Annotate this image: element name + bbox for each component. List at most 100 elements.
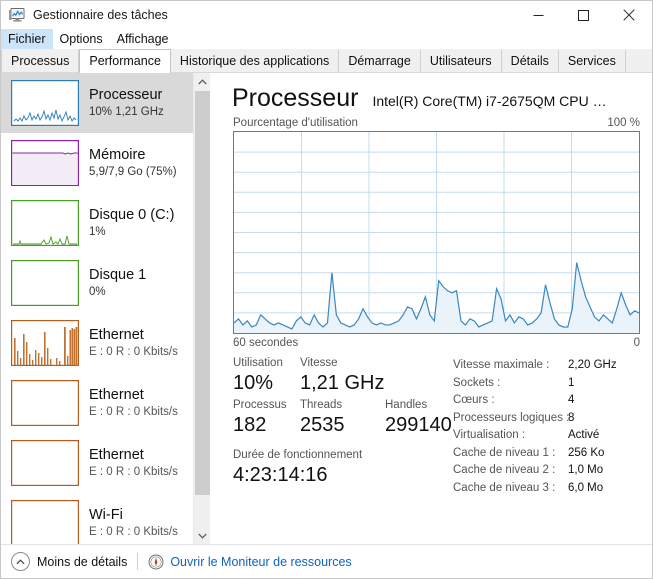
- sidebar-label-processeur: Processeur: [89, 86, 163, 103]
- spec-key: Vitesse maximale :: [453, 359, 550, 371]
- menu-bar: Fichier Options Affichage: [1, 29, 652, 50]
- spec-row: Cache de niveau 3 : 6,0 Mo: [453, 480, 652, 498]
- mini-graph-memoire: [11, 140, 79, 186]
- status-bar: Moins de détails Ouvrir le Moniteur de r…: [1, 544, 652, 578]
- cpu-panel: Processeur Intel(R) Core(TM) i7-2675QM C…: [211, 73, 652, 544]
- mini-graph-disque-0: [11, 200, 79, 246]
- sidebar-text-ethernet-3: Ethernet E : 0 R : 0 Kbits/s: [89, 447, 178, 480]
- sidebar-item-wifi[interactable]: Wi-Fi E : 0 R : 0 Kbits/s: [1, 493, 193, 544]
- task-manager-icon: [8, 6, 26, 24]
- stat-handles: Handles 299140: [385, 397, 453, 439]
- page-title: Processeur: [232, 84, 359, 112]
- spec-row: Processeurs logiques : 8: [453, 410, 652, 428]
- sidebar-text-ethernet-2: Ethernet E : 0 R : 0 Kbits/s: [89, 387, 178, 420]
- scroll-up-icon[interactable]: [194, 73, 211, 90]
- spec-value: Activé: [568, 429, 600, 441]
- sidebar-item-ethernet-2[interactable]: Ethernet E : 0 R : 0 Kbits/s: [1, 373, 193, 433]
- content-area: Processeur 10% 1,21 GHz Mémoire 5,9/7,9 …: [1, 73, 652, 544]
- chevron-up-icon[interactable]: [11, 552, 30, 571]
- spec-key: Virtualisation :: [453, 429, 526, 441]
- spec-key: Cache de niveau 3 :: [453, 481, 556, 494]
- graph-time-start: 60 secondes: [233, 337, 299, 349]
- mini-graph-ethernet-1: [11, 320, 79, 366]
- tab-demarrage[interactable]: Démarrage: [339, 50, 421, 72]
- stat-vitesse: Vitesse 1,21 GHz: [300, 355, 384, 397]
- sidebar-sub-processeur: 10% 1,21 GHz: [89, 105, 164, 118]
- spec-row: Cache de niveau 2 : 1,0 Mo: [453, 462, 652, 480]
- sidebar-item-processeur[interactable]: Processeur 10% 1,21 GHz: [1, 73, 193, 133]
- tab-strip: Processus Performance Historique des app…: [1, 49, 652, 73]
- spec-key: Cache de niveau 2 :: [453, 464, 556, 476]
- scroll-down-icon[interactable]: [194, 527, 211, 544]
- graph-top-labels: Pourcentage d'utilisation 100 %: [211, 113, 652, 131]
- graph-bottom-labels: 60 secondes 0: [211, 334, 652, 349]
- sidebar-text-wifi: Wi-Fi E : 0 R : 0 Kbits/s: [89, 507, 178, 540]
- spec-value: 256 Ko: [568, 446, 605, 459]
- sidebar-label-ethernet-3: Ethernet: [89, 446, 144, 463]
- stat-threads-label: Threads: [300, 399, 343, 411]
- menu-item-options[interactable]: Options: [53, 29, 110, 50]
- mini-graph-ethernet-2: [11, 380, 79, 426]
- task-manager-window: Gestionnaire des tâches Fichier Options …: [0, 0, 653, 579]
- stats-area: Utilisation 10% Vitesse 1,21 GHz Process…: [211, 355, 652, 497]
- spec-value: 1: [568, 376, 575, 389]
- spec-row: Cache de niveau 1 : 256 Ko: [453, 445, 652, 463]
- tab-details[interactable]: Détails: [501, 50, 559, 72]
- stat-handles-label: Handles: [385, 399, 428, 411]
- graph-max-label: 100 %: [607, 117, 640, 129]
- menu-item-fichier[interactable]: Fichier: [1, 29, 53, 50]
- scrollbar-thumb[interactable]: [195, 91, 210, 495]
- sidebar-label-wifi: Wi-Fi: [89, 506, 123, 523]
- stat-uptime-value: 4:23:14:16: [233, 464, 328, 486]
- tab-historique-des-applications[interactable]: Historique des applications: [170, 50, 340, 72]
- sidebar-label-disque-1: Disque 1: [89, 266, 147, 283]
- sidebar-item-disque-1[interactable]: Disque 1 0%: [1, 253, 193, 313]
- stat-processus-label: Processus: [233, 399, 287, 411]
- maximize-button[interactable]: [561, 1, 606, 29]
- tab-utilisateurs[interactable]: Utilisateurs: [420, 50, 502, 72]
- sidebar-item-ethernet-3[interactable]: Ethernet E : 0 R : 0 Kbits/s: [1, 433, 193, 493]
- cpu-usage-graph: [233, 131, 640, 334]
- spec-row: Sockets : 1: [453, 375, 652, 393]
- spec-key: Cache de niveau 1 :: [453, 446, 556, 459]
- title-bar: Gestionnaire des tâches: [1, 1, 652, 29]
- stats-row-2: Processus 182 Threads 2535 Handles 29914…: [233, 397, 453, 439]
- spec-key: Sockets :: [453, 376, 501, 389]
- stat-processus-value: 182: [233, 414, 267, 436]
- graph-axis-label: Pourcentage d'utilisation: [233, 117, 358, 129]
- spec-value: 6,0 Mo: [568, 481, 604, 494]
- sidebar-scrollbar[interactable]: [193, 73, 210, 544]
- spec-value: 2,20 GHz: [568, 359, 617, 371]
- sidebar-sub-wifi: E : 0 R : 0 Kbits/s: [89, 525, 178, 538]
- stat-utilisation: Utilisation 10%: [233, 355, 300, 397]
- stat-threads-value: 2535: [300, 414, 345, 436]
- fewer-details-button[interactable]: Moins de détails: [37, 555, 127, 569]
- spec-key: Processeurs logiques :: [453, 411, 570, 424]
- mini-graph-processeur: [11, 80, 79, 126]
- stat-vitesse-value: 1,21 GHz: [300, 372, 385, 394]
- mini-graph-ethernet-3: [11, 440, 79, 486]
- sidebar-item-memoire[interactable]: Mémoire 5,9/7,9 Go (75%): [1, 133, 193, 193]
- sidebar-text-processeur: Processeur 10% 1,21 GHz: [89, 87, 164, 120]
- spec-row: Virtualisation : Activé: [453, 427, 652, 445]
- sidebar-item-disque-0[interactable]: Disque 0 (C:) 1%: [1, 193, 193, 253]
- sidebar-sub-memoire: 5,9/7,9 Go (75%): [89, 165, 177, 178]
- menu-item-affichage[interactable]: Affichage: [110, 29, 176, 50]
- minimize-button[interactable]: [516, 1, 561, 29]
- mini-graph-wifi: [11, 500, 79, 544]
- resource-list: Processeur 10% 1,21 GHz Mémoire 5,9/7,9 …: [1, 73, 193, 544]
- close-button[interactable]: [606, 1, 652, 29]
- sidebar-item-ethernet-1[interactable]: Ethernet E : 0 R : 0 Kbits/s: [1, 313, 193, 373]
- open-resource-monitor-link[interactable]: Ouvrir le Moniteur de ressources: [170, 555, 351, 569]
- cpu-model-label: Intel(R) Core(TM) i7-2675QM CPU …: [372, 93, 607, 109]
- tab-services[interactable]: Services: [558, 50, 626, 72]
- stat-utilisation-label: Utilisation: [233, 357, 283, 369]
- stat-threads: Threads 2535: [300, 397, 385, 439]
- tab-processus[interactable]: Processus: [1, 50, 80, 72]
- stat-handles-value: 299140: [385, 414, 452, 436]
- status-separator: [137, 553, 139, 570]
- tab-performance[interactable]: Performance: [79, 49, 171, 73]
- sidebar-sub-disque-0: 1%: [89, 225, 106, 238]
- window-controls: [516, 1, 652, 29]
- cpu-specs: Vitesse maximale : 2,20 GHz Sockets : 1 …: [453, 355, 652, 497]
